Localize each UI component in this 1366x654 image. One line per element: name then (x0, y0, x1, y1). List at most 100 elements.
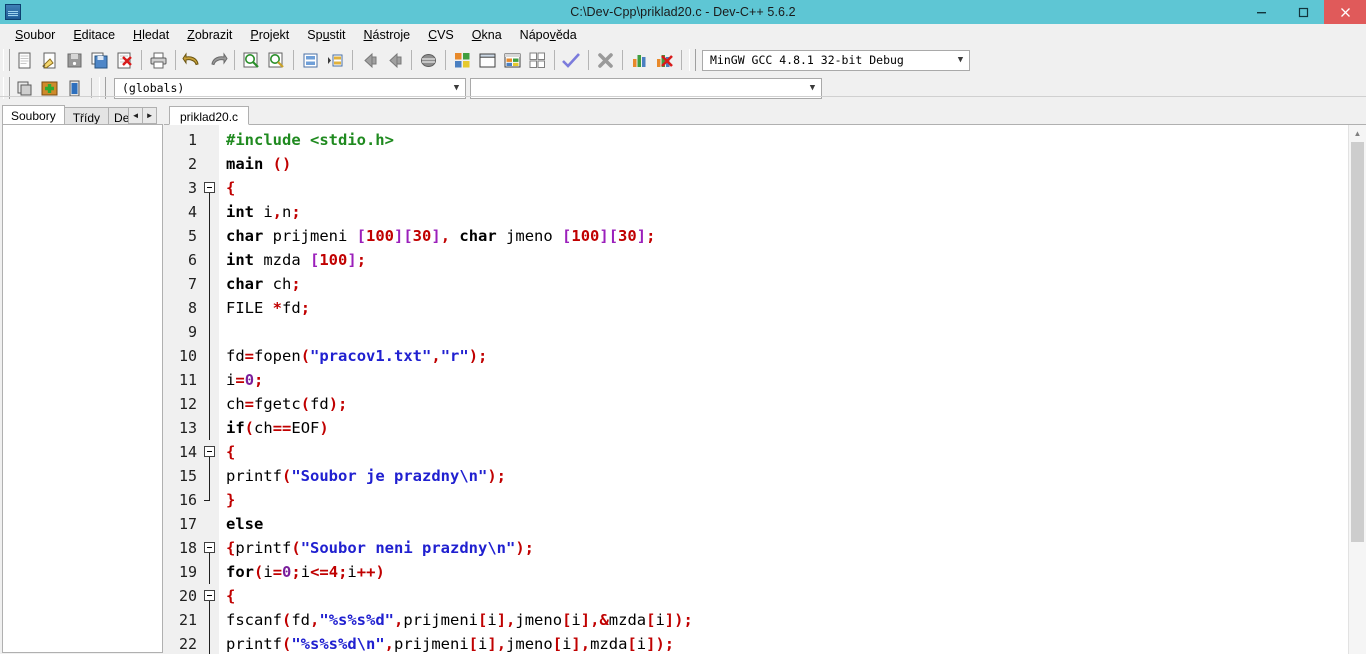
code-line[interactable]: else (226, 512, 1348, 536)
work-area: Soubory Třídy De ◄ ► priklad20.c 1234567… (0, 102, 1366, 654)
close-file-icon[interactable] (112, 48, 137, 72)
toolbar-grip[interactable] (99, 77, 106, 99)
run-icon[interactable] (475, 48, 500, 72)
code-line[interactable]: int i,n; (226, 200, 1348, 224)
menu-napoveda[interactable]: Nápověda (511, 26, 586, 44)
save-all-icon[interactable] (87, 48, 112, 72)
tab-soubory[interactable]: Soubory (2, 105, 65, 124)
line-number: 22 (178, 635, 197, 653)
chevron-down-icon[interactable]: ▼ (952, 55, 969, 65)
code-line[interactable]: for(i=0;i<=4;i++) (226, 560, 1348, 584)
scroll-thumb[interactable] (1351, 142, 1364, 542)
code-line[interactable]: } (226, 488, 1348, 512)
syntax-check-icon[interactable] (559, 48, 584, 72)
redo-icon[interactable] (205, 48, 230, 72)
new-file-icon[interactable] (12, 48, 37, 72)
code-line[interactable]: main () (226, 152, 1348, 176)
menu-hledat[interactable]: Hledat (124, 26, 178, 44)
menu-nastroje[interactable]: Nástroje (355, 26, 420, 44)
indent-icon[interactable] (323, 48, 348, 72)
goto-line-icon[interactable] (298, 48, 323, 72)
editor-tab-priklad20c[interactable]: priklad20.c (169, 106, 250, 125)
tab-debug[interactable]: De (108, 107, 131, 124)
tab-scroll-left-icon[interactable]: ◄ (128, 107, 144, 124)
fold-marker[interactable] (201, 440, 219, 464)
code-line[interactable]: int mzda [100]; (226, 248, 1348, 272)
menu-zobrazit[interactable]: Zobrazit (178, 26, 241, 44)
toolbar-grip[interactable] (3, 49, 10, 71)
code-line[interactable]: printf("%s%s%d\n",prijmeni[i],jmeno[i],m… (226, 632, 1348, 654)
compile-run-icon[interactable] (500, 48, 525, 72)
code-editor[interactable]: 1 2 3 4 5 6 7 8 9 10 11 12 13 14 15 16 17 18 19 20 21 22 #inc… (164, 125, 1366, 654)
code-token: ; (646, 227, 656, 245)
editor-vertical-scrollbar[interactable]: ▲ (1348, 125, 1366, 654)
find-icon[interactable] (239, 48, 264, 72)
menu-spustit[interactable]: Spustit (298, 26, 354, 44)
fold-collapse-icon[interactable] (204, 542, 215, 553)
minimize-button[interactable] (1240, 0, 1282, 24)
code-line[interactable]: char prijmeni [100][30], char jmeno [100… (226, 224, 1348, 248)
add-to-project-icon[interactable] (37, 76, 62, 100)
project-tree[interactable] (2, 124, 163, 653)
code-line[interactable] (226, 320, 1348, 344)
delete-profile-icon[interactable] (652, 48, 677, 72)
fold-collapse-icon[interactable] (204, 182, 215, 193)
compiler-set-combo[interactable]: MinGW GCC 4.8.1 32-bit Debug ▼ (702, 49, 970, 71)
editor-area: priklad20.c 1 2 3 4 5 6 7 8 9 10 11 12 13 14 15 16 17 18 1… (164, 102, 1366, 654)
code-line[interactable]: {printf("Soubor neni prazdny\n"); (226, 536, 1348, 560)
stop-execution-icon[interactable] (593, 48, 618, 72)
tab-scroll-right-icon[interactable]: ► (142, 107, 158, 124)
code-token: ) (319, 419, 329, 437)
code-line[interactable]: char ch; (226, 272, 1348, 296)
code-token: [ (562, 227, 572, 245)
back-icon[interactable] (357, 48, 382, 72)
chevron-down-icon[interactable]: ▼ (804, 83, 821, 93)
fold-marker[interactable] (201, 536, 219, 560)
menu-editace[interactable]: Editace (64, 26, 124, 44)
fold-marker[interactable] (201, 176, 219, 200)
code-line[interactable]: printf("Soubor je prazdny\n"); (226, 464, 1348, 488)
fold-marker (201, 560, 219, 584)
member-combo[interactable]: ▼ (470, 77, 822, 99)
scroll-up-icon[interactable]: ▲ (1349, 125, 1366, 142)
forward-icon[interactable] (382, 48, 407, 72)
replace-icon[interactable] (264, 48, 289, 72)
fold-collapse-icon[interactable] (204, 590, 215, 601)
tab-tridy[interactable]: Třídy (63, 107, 110, 124)
profile-icon[interactable] (627, 48, 652, 72)
class-browser-combo[interactable]: (globals) ▼ (114, 77, 466, 99)
chevron-down-icon[interactable]: ▼ (448, 83, 465, 93)
remove-from-project-icon[interactable] (62, 76, 87, 100)
code-line[interactable]: { (226, 440, 1348, 464)
print-icon[interactable] (146, 48, 171, 72)
code-line[interactable]: ch=fgetc(fd); (226, 392, 1348, 416)
menu-soubor[interactable]: Soubor (6, 26, 64, 44)
save-file-icon[interactable] (62, 48, 87, 72)
new-project-icon[interactable] (12, 76, 37, 100)
rebuild-all-icon[interactable] (525, 48, 550, 72)
undo-icon[interactable] (180, 48, 205, 72)
code-line[interactable]: #include <stdio.h> (226, 128, 1348, 152)
menu-okna[interactable]: Okna (463, 26, 511, 44)
toolbar-grip[interactable] (3, 77, 10, 99)
code-line[interactable]: { (226, 584, 1348, 608)
maximize-button[interactable] (1282, 0, 1324, 24)
code-line[interactable]: fscanf(fd,"%s%s%d",prijmeni[i],jmeno[i],… (226, 608, 1348, 632)
menu-projekt[interactable]: Projekt (241, 26, 298, 44)
scroll-track[interactable] (1351, 542, 1364, 654)
open-file-icon[interactable] (37, 48, 62, 72)
fold-collapse-icon[interactable] (204, 446, 215, 457)
close-button[interactable] (1324, 0, 1366, 24)
code-line[interactable]: fd=fopen("pracov1.txt","r"); (226, 344, 1348, 368)
compile-icon[interactable] (450, 48, 475, 72)
toolbar-grip[interactable] (689, 49, 696, 71)
menu-cvs[interactable]: CVS (419, 26, 463, 44)
code-line[interactable]: FILE *fd; (226, 296, 1348, 320)
fold-marker[interactable] (201, 584, 219, 608)
code-folding-gutter[interactable] (201, 125, 219, 654)
source-code[interactable]: #include <stdio.h> main (){int i,n; char p… (219, 125, 1348, 654)
code-line[interactable]: { (226, 176, 1348, 200)
toggle-bookmark-icon[interactable] (416, 48, 441, 72)
code-line[interactable]: if(ch==EOF) (226, 416, 1348, 440)
code-line[interactable]: i=0; (226, 368, 1348, 392)
